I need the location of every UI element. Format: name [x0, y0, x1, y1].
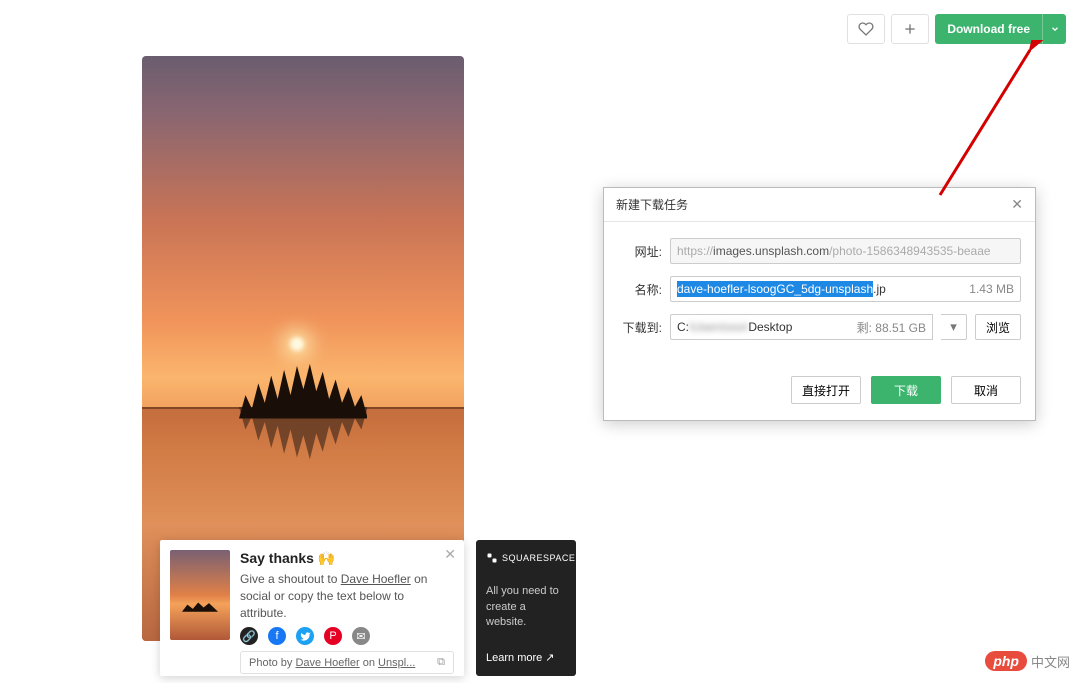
- thanks-description: Give a shoutout to Dave Hoefler on socia…: [240, 571, 454, 621]
- browse-button[interactable]: 浏览: [975, 314, 1021, 340]
- squarespace-logo: SQUARESPACE: [486, 552, 566, 564]
- url-field[interactable]: https://images.unsplash.com/photo-158634…: [670, 238, 1021, 264]
- annotation-arrow: [900, 40, 1060, 210]
- path-dropdown-button[interactable]: ▾: [941, 314, 967, 340]
- pinterest-icon[interactable]: P: [324, 627, 342, 645]
- close-thanks-button[interactable]: ✕: [444, 546, 456, 563]
- email-icon[interactable]: ✉: [352, 627, 370, 645]
- like-button[interactable]: [847, 14, 885, 44]
- squarespace-tagline: All you need to create a website.: [486, 584, 566, 630]
- thanks-title: Say thanks 🙌: [240, 550, 454, 567]
- close-dialog-button[interactable]: ✕: [1011, 196, 1023, 213]
- download-free-button[interactable]: Download free: [935, 14, 1066, 44]
- dialog-title: 新建下载任务: [616, 196, 688, 213]
- attribution-box: Photo by Dave Hoefler on Unspl... ⧉: [240, 651, 454, 674]
- thanks-thumbnail: [170, 550, 230, 640]
- learn-more-link[interactable]: Learn more ↗: [486, 651, 566, 664]
- copy-attribution-icon[interactable]: ⧉: [437, 656, 445, 669]
- squarespace-ad[interactable]: SQUARESPACE All you need to create a web…: [476, 540, 576, 676]
- file-size: 1.43 MB: [969, 282, 1014, 296]
- filename-field[interactable]: dave-hoefler-lsoogGC_5dg-unsplash.jp 1.4…: [670, 276, 1021, 302]
- facebook-icon[interactable]: f: [268, 627, 286, 645]
- download-label: Download free: [935, 22, 1042, 36]
- link-share-icon[interactable]: 🔗: [240, 627, 258, 645]
- php-watermark: php 中文网: [985, 651, 1070, 671]
- author-link[interactable]: Dave Hoefler: [341, 572, 411, 586]
- plus-icon: [902, 21, 918, 37]
- cancel-button[interactable]: 取消: [951, 376, 1021, 404]
- add-button[interactable]: [891, 14, 929, 44]
- attr-site-link[interactable]: Unspl...: [378, 657, 415, 669]
- download-caret[interactable]: [1042, 14, 1066, 44]
- attr-author-link[interactable]: Dave Hoefler: [295, 657, 359, 669]
- download-dialog: 新建下载任务 ✕ 网址: https://images.unsplash.com…: [603, 187, 1036, 421]
- open-direct-button[interactable]: 直接打开: [791, 376, 861, 404]
- download-button[interactable]: 下载: [871, 376, 941, 404]
- chevron-down-icon: [1050, 24, 1060, 34]
- name-label: 名称:: [618, 281, 662, 298]
- heart-icon: [858, 21, 874, 37]
- say-thanks-card: ✕ Say thanks 🙌 Give a shoutout to Dave H…: [160, 540, 464, 676]
- saveto-label: 下载到:: [618, 319, 662, 336]
- twitter-icon[interactable]: [296, 627, 314, 645]
- url-label: 网址:: [618, 243, 662, 260]
- save-path-field[interactable]: C:\Users\xxx\Desktop 剩: 88.51 GB: [670, 314, 933, 340]
